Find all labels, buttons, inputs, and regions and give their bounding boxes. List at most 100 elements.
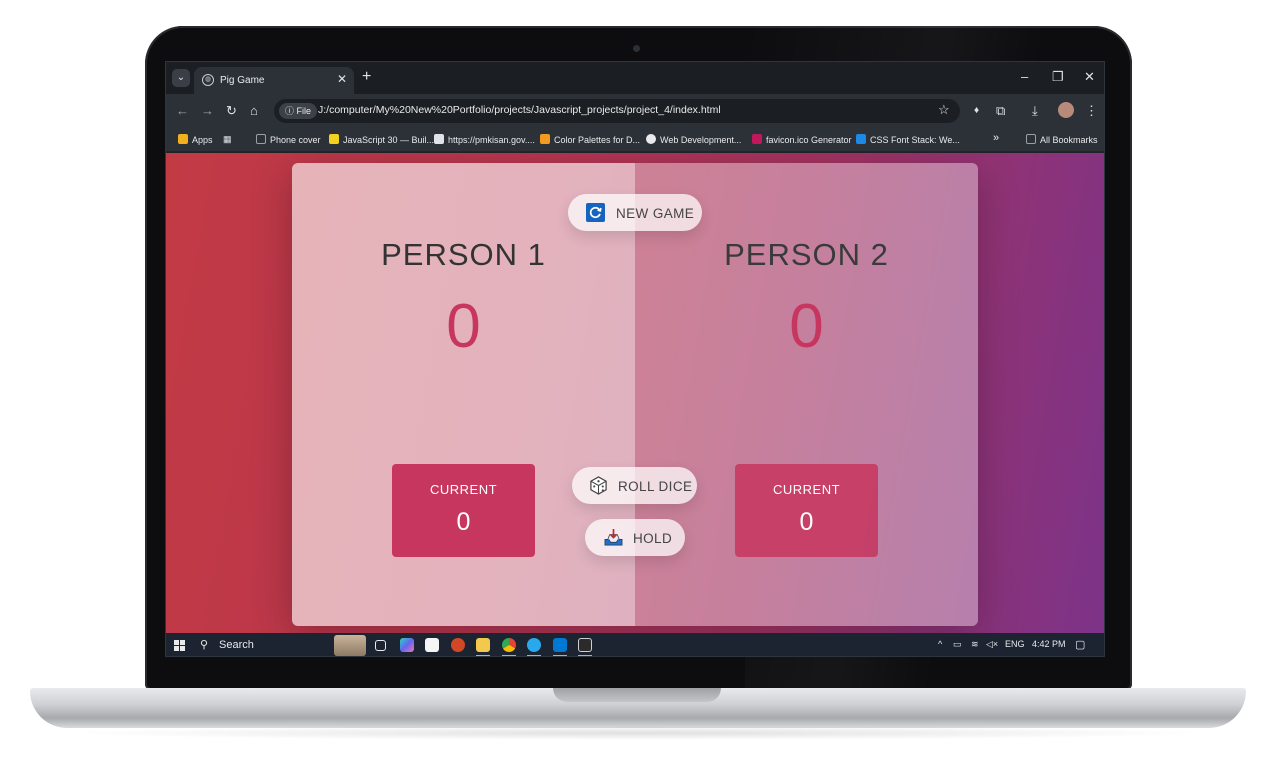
profile-avatar[interactable] bbox=[1058, 102, 1074, 118]
folder-icon bbox=[256, 134, 266, 144]
player-1-current-label: CURRENT bbox=[429, 482, 498, 497]
close-window-button[interactable]: ✕ bbox=[1084, 69, 1095, 85]
laptop-opening-notch bbox=[553, 688, 721, 702]
telegram-active-indicator bbox=[527, 655, 541, 656]
search-highlight-image bbox=[334, 635, 366, 656]
address-bar[interactable]: ⓘ File J:/computer/My%20New%20Portfolio/… bbox=[274, 99, 960, 123]
search-icon: ⚲ bbox=[200, 639, 209, 651]
pmkisan-icon bbox=[434, 134, 444, 144]
bookmark-favicon-generator[interactable]: favicon.ico Generator bbox=[752, 134, 852, 145]
tab-groups-icon[interactable]: ▦ bbox=[223, 134, 232, 145]
game-board: PERSON 1 0 CURRENT 0 PERSON 2 0 CURRENT … bbox=[292, 163, 978, 626]
globe-icon: ◍ bbox=[202, 74, 214, 86]
webdev-icon bbox=[646, 134, 656, 144]
minimize-button[interactable]: – bbox=[1021, 69, 1028, 84]
reload-button[interactable]: ↻ bbox=[226, 103, 237, 119]
vscode-icon[interactable] bbox=[553, 638, 567, 652]
new-game-button[interactable]: NEW GAME bbox=[568, 194, 702, 231]
site-info-label: File bbox=[296, 106, 312, 116]
laptop-screen: ⌄ ◍ Pig Game ✕ + – ❐ ✕ ← → ↻ ⌂ ⓘ File J:… bbox=[165, 61, 1105, 657]
page-background: PERSON 1 0 CURRENT 0 PERSON 2 0 CURRENT … bbox=[166, 153, 1104, 634]
bookmark-label: Color Palettes for D... bbox=[554, 135, 641, 145]
bookmark-css-font-stack[interactable]: CSS Font Stack: We... bbox=[856, 134, 960, 145]
player-1-panel: PERSON 1 0 CURRENT 0 bbox=[292, 163, 635, 626]
url-text[interactable]: J:/computer/My%20New%20Portfolio/project… bbox=[318, 104, 721, 116]
bookmark-label: JavaScript 30 — Buil... bbox=[343, 135, 435, 145]
microsoft-store-icon[interactable] bbox=[425, 638, 439, 652]
terminal-icon[interactable] bbox=[578, 638, 592, 652]
bookmark-javascript30[interactable]: JavaScript 30 — Buil... bbox=[329, 134, 434, 145]
bookmark-label: Phone cover bbox=[270, 135, 321, 145]
forward-button[interactable]: → bbox=[201, 103, 214, 118]
dice-icon bbox=[590, 476, 607, 495]
taskbar-search-label: Search bbox=[219, 639, 254, 651]
hold-button[interactable]: HOLD bbox=[585, 519, 685, 556]
close-tab-icon[interactable]: ✕ bbox=[337, 72, 347, 86]
chrome-icon[interactable] bbox=[502, 638, 516, 652]
bookmark-color-palettes[interactable]: Color Palettes for D... bbox=[540, 134, 640, 145]
bookmark-label: CSS Font Stack: We... bbox=[870, 135, 960, 145]
telegram-icon[interactable] bbox=[527, 638, 541, 652]
favicon-icon bbox=[752, 134, 762, 144]
webcam bbox=[633, 45, 640, 52]
bookmark-star-icon[interactable]: ☆ bbox=[938, 102, 950, 118]
battery-icon[interactable]: ▭ bbox=[953, 639, 962, 650]
clock[interactable]: 4:42 PM bbox=[1032, 639, 1066, 649]
player-1-score: 0 bbox=[446, 292, 481, 361]
download-icon[interactable]: ⤓ bbox=[1032, 103, 1038, 119]
tab-search-button[interactable]: ⌄ bbox=[172, 69, 190, 87]
volume-muted-icon[interactable]: ◁× bbox=[986, 639, 998, 650]
hold-label: HOLD bbox=[633, 531, 673, 546]
extension-icon[interactable]: ♦ bbox=[974, 105, 979, 116]
player-1-name: PERSON 1 bbox=[381, 237, 546, 272]
file-explorer-icon[interactable] bbox=[476, 638, 490, 652]
chrome-active-indicator bbox=[502, 655, 516, 656]
powerpoint-icon[interactable] bbox=[451, 638, 465, 652]
back-button[interactable]: ← bbox=[176, 103, 189, 118]
browser-tab-bar: ⌄ ◍ Pig Game ✕ + – ❐ ✕ bbox=[166, 62, 1104, 94]
bookmark-web-development[interactable]: Web Development... bbox=[646, 134, 741, 145]
vscode-active-indicator bbox=[553, 655, 567, 656]
windows-start-icon[interactable] bbox=[174, 640, 185, 651]
player-2-score: 0 bbox=[789, 292, 824, 361]
bookmark-apps[interactable]: Apps bbox=[178, 134, 213, 145]
more-bookmarks-icon[interactable]: » bbox=[993, 132, 999, 144]
player-1-current-score: 0 bbox=[456, 508, 471, 536]
bookmark-phone-cover[interactable]: Phone cover bbox=[256, 134, 321, 145]
browser-toolbar: ← → ↻ ⌂ ⓘ File J:/computer/My%20New%20Po… bbox=[166, 94, 1104, 128]
copilot-icon[interactable] bbox=[400, 638, 414, 652]
bookmarks-bar: Apps ▦ Phone cover JavaScript 30 — Buil.… bbox=[166, 128, 1104, 152]
terminal-active-indicator bbox=[578, 655, 592, 656]
windows-taskbar: ⚲ Search ^ ▭ ≋ ◁× ENG 4:42 PM ▢ bbox=[166, 633, 1104, 656]
roll-dice-button[interactable]: ROLL DICE bbox=[572, 467, 697, 504]
folder-icon bbox=[1026, 134, 1036, 144]
palette-icon bbox=[540, 134, 550, 144]
bookmark-pmkisan[interactable]: https://pmkisan.gov.... bbox=[434, 134, 535, 145]
player-2-panel: PERSON 2 0 CURRENT 0 bbox=[635, 163, 978, 626]
player-2-current-score: 0 bbox=[799, 508, 814, 536]
tab-pig-game[interactable]: ◍ Pig Game ✕ bbox=[194, 67, 354, 94]
bookmark-label: favicon.ico Generator bbox=[766, 135, 852, 145]
new-game-label: NEW GAME bbox=[616, 206, 695, 221]
wifi-icon[interactable]: ≋ bbox=[971, 639, 979, 650]
notification-icon[interactable]: ▢ bbox=[1075, 638, 1085, 651]
restore-button[interactable]: ❐ bbox=[1052, 69, 1064, 85]
task-view-icon[interactable] bbox=[375, 640, 386, 651]
apps-grid-icon bbox=[178, 134, 188, 144]
inbox-tray-icon bbox=[604, 528, 623, 546]
home-button[interactable]: ⌂ bbox=[250, 103, 258, 118]
player-1-current-box: CURRENT 0 bbox=[392, 464, 535, 557]
all-bookmarks[interactable]: All Bookmarks bbox=[1026, 134, 1098, 145]
show-hidden-icons[interactable]: ^ bbox=[938, 639, 942, 649]
language-indicator[interactable]: ENG bbox=[1005, 639, 1025, 649]
new-tab-button[interactable]: + bbox=[362, 68, 371, 86]
site-info-chip[interactable]: ⓘ File bbox=[279, 103, 318, 119]
extensions-puzzle-icon[interactable]: ⧉ bbox=[996, 103, 1005, 119]
roll-dice-label: ROLL DICE bbox=[618, 479, 693, 494]
file-explorer-active-indicator bbox=[476, 655, 490, 656]
menu-kebab-icon[interactable]: ⋮ bbox=[1085, 103, 1098, 119]
player-2-name: PERSON 2 bbox=[724, 237, 889, 272]
bookmark-label: https://pmkisan.gov.... bbox=[448, 135, 535, 145]
player-2-current-label: CURRENT bbox=[772, 482, 841, 497]
player-2-current-box: CURRENT 0 bbox=[735, 464, 878, 557]
